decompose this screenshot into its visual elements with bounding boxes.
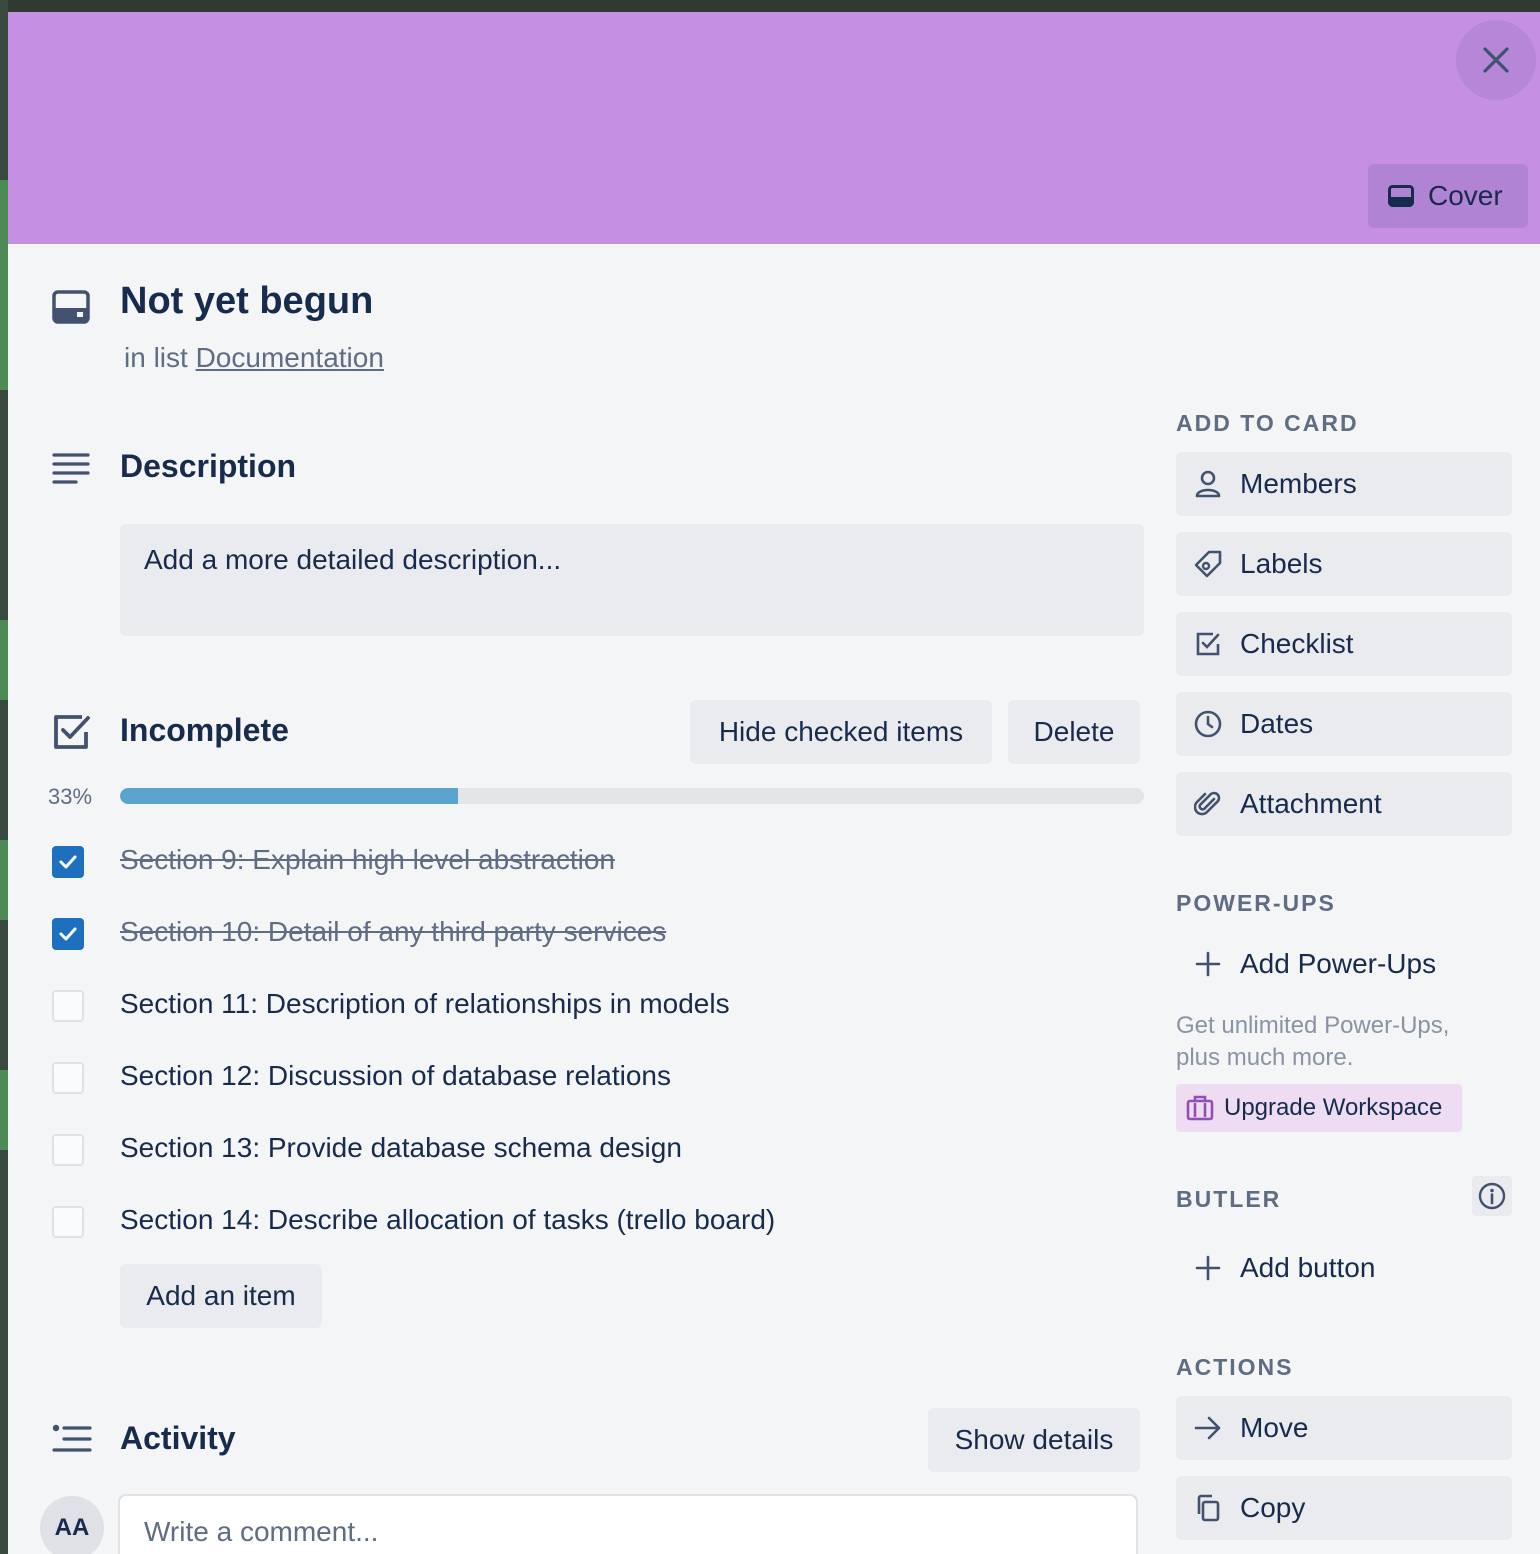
butler-heading: BUTLER [1176, 1186, 1282, 1212]
checklist-title[interactable]: Incomplete [120, 712, 289, 749]
checklist-item-checkbox[interactable] [52, 1206, 84, 1238]
checklist-item[interactable]: Section 11: Description of relationships… [52, 978, 1142, 1038]
copy-icon [1197, 1494, 1220, 1522]
clock-icon [1194, 710, 1222, 738]
info-icon [1478, 1182, 1506, 1210]
checklist-button[interactable]: Checklist [1176, 612, 1512, 676]
close-button[interactable] [1456, 20, 1536, 100]
card-detail-modal: Cover Not yet begun in list Documentatio… [8, 12, 1540, 1554]
copy-label: Copy [1240, 1492, 1306, 1523]
comment-input[interactable]: Write a comment... [118, 1494, 1138, 1554]
checklist-item-checkbox[interactable] [52, 1062, 84, 1094]
members-button[interactable]: Members [1176, 452, 1512, 516]
board-background-strip [0, 840, 8, 920]
add-button-label: Add button [1240, 1252, 1376, 1283]
move-label: Move [1240, 1412, 1309, 1443]
plus-icon [1195, 1255, 1221, 1281]
checklist-progress-bar [120, 788, 1144, 804]
card-title[interactable]: Not yet begun [120, 280, 373, 323]
paperclip-icon [1194, 791, 1221, 816]
butler-info-button[interactable] [1472, 1176, 1512, 1216]
description-field[interactable]: Add a more detailed description... [120, 524, 1144, 636]
description-title: Description [120, 448, 297, 484]
actions-heading: ACTIONS [1176, 1354, 1294, 1380]
tag-icon [1194, 550, 1222, 578]
checklist-item-text[interactable]: Section 10: Detail of any third party se… [120, 916, 666, 948]
cover-button-label: Cover [1428, 180, 1503, 211]
upgrade-workspace-button[interactable]: Upgrade Workspace [1176, 1084, 1462, 1132]
checklist-item-text[interactable]: Section 13: Provide database schema desi… [120, 1132, 682, 1164]
checklist-item[interactable]: Section 10: Detail of any third party se… [52, 906, 1142, 966]
dates-button[interactable]: Dates [1176, 692, 1512, 756]
card-cover: Cover [8, 12, 1540, 244]
dates-label: Dates [1240, 708, 1314, 739]
checklist-item-text[interactable]: Section 11: Description of relationships… [120, 988, 730, 1020]
in-list-prefix: in list [124, 342, 188, 373]
move-button[interactable]: Move [1176, 1396, 1512, 1460]
show-details-button[interactable]: Show details [928, 1408, 1140, 1472]
hide-checked-items-button[interactable]: Hide checked items [690, 700, 992, 764]
power-ups-promo-text: Get unlimited Power-Ups, plus much more. [1176, 1012, 1450, 1071]
labels-button[interactable]: Labels [1176, 532, 1512, 596]
card-icon [52, 290, 90, 324]
add-checklist-item-button[interactable]: Add an item [120, 1264, 322, 1328]
checklist-item-text[interactable]: Section 12: Discussion of database relat… [120, 1060, 671, 1092]
delete-checklist-button[interactable]: Delete [1008, 700, 1140, 764]
upgrade-workspace-label: Upgrade Workspace [1224, 1094, 1443, 1121]
checkbox-icon [1196, 632, 1220, 656]
checkmark-icon [59, 855, 77, 869]
attachment-button[interactable]: Attachment [1176, 772, 1512, 836]
arrow-right-icon [1194, 1416, 1221, 1440]
checklist-progress-percent: 33% [48, 784, 93, 809]
add-butler-button[interactable]: Add button [1176, 1236, 1512, 1300]
board-background-strip [0, 1070, 8, 1150]
checkmark-icon [59, 927, 77, 941]
checklist-item[interactable]: Section 13: Provide database schema desi… [52, 1122, 1142, 1182]
add-power-ups-label: Add Power-Ups [1240, 948, 1437, 979]
members-label: Members [1240, 468, 1357, 499]
checklist-item[interactable]: Section 12: Discussion of database relat… [52, 1050, 1142, 1110]
activity-title: Activity [120, 1420, 236, 1456]
checklist-item-checkbox[interactable] [52, 846, 84, 878]
person-icon [1195, 470, 1221, 498]
power-ups-heading: POWER-UPS [1176, 890, 1336, 916]
checklist-progress-fill [120, 788, 458, 804]
card-icon [1388, 185, 1414, 207]
checklist-item[interactable]: Section 14: Describe allocation of tasks… [52, 1194, 1142, 1254]
add-to-card-heading: ADD TO CARD [1176, 410, 1359, 436]
copy-button[interactable]: Copy [1176, 1476, 1512, 1540]
description-icon [52, 453, 90, 484]
close-icon [1483, 47, 1509, 73]
checklist-item-text[interactable]: Section 9: Explain high level abstractio… [120, 844, 615, 876]
labels-label: Labels [1240, 548, 1323, 579]
plus-icon [1195, 951, 1221, 977]
checklist-item[interactable]: Section 9: Explain high level abstractio… [52, 834, 1142, 894]
cover-button[interactable]: Cover [1368, 164, 1528, 228]
checklist-item-checkbox[interactable] [52, 990, 84, 1022]
board-background-strip [0, 180, 8, 390]
attachment-label: Attachment [1240, 788, 1382, 819]
add-power-ups-button[interactable]: Add Power-Ups [1176, 932, 1512, 996]
checklist-item-checkbox[interactable] [52, 918, 84, 950]
card-list-info: in list Documentation [124, 342, 384, 374]
checklist-label: Checklist [1240, 628, 1354, 659]
checklist-item-checkbox[interactable] [52, 1134, 84, 1166]
avatar[interactable]: AA [40, 1496, 104, 1554]
briefcase-icon [1186, 1095, 1214, 1121]
checklist-item-text[interactable]: Section 14: Describe allocation of tasks… [120, 1204, 775, 1236]
board-background-strip [0, 620, 8, 700]
checklist-icon [54, 715, 90, 749]
activity-icon [52, 1424, 92, 1452]
list-link[interactable]: Documentation [196, 342, 384, 373]
